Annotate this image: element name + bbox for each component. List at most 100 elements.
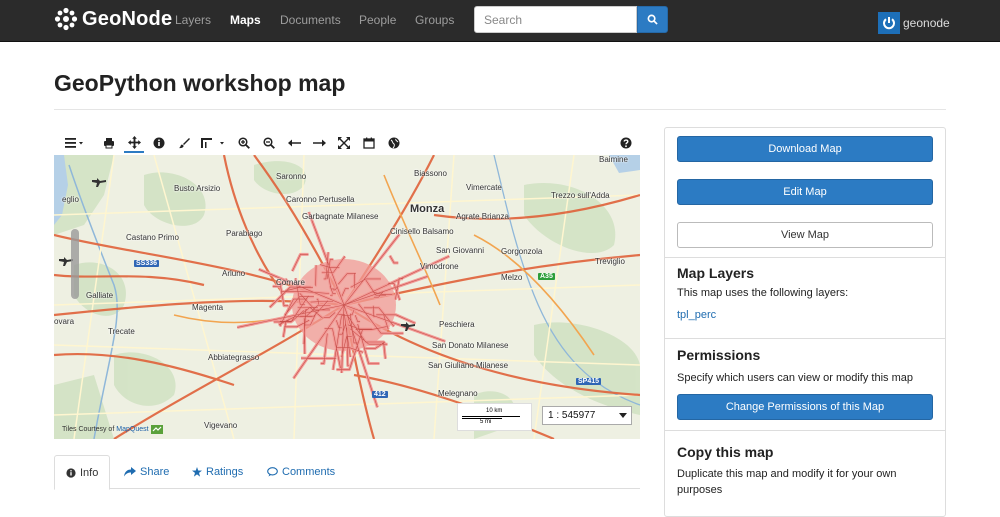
star-icon [192, 467, 202, 477]
map-label: Biassono [414, 169, 447, 178]
scale-ratio: 1 : 545977 [548, 410, 596, 421]
brush-icon [179, 138, 190, 149]
info-icon [153, 137, 165, 149]
search-input[interactable] [474, 6, 637, 33]
arrow-right-icon [312, 139, 326, 147]
menu-icon [65, 138, 83, 148]
road-shield: SP415 [576, 378, 602, 385]
zoom-out-icon [263, 137, 275, 149]
tab-ratings-label: Ratings [206, 466, 244, 478]
avatar [878, 12, 900, 34]
nav-documents[interactable]: Documents [280, 13, 341, 27]
mapquest-link[interactable]: MapQuest [116, 426, 148, 433]
map-actions-panel: Download Map Edit Map View Map Map Layer… [664, 127, 946, 517]
road-shield: 412 [372, 391, 388, 398]
search-form [474, 6, 668, 33]
nav-groups[interactable]: Groups [415, 13, 454, 27]
username: geonode [903, 16, 950, 30]
nav-layers[interactable]: Layers [175, 13, 211, 27]
zoom-out-button[interactable] [259, 133, 279, 153]
edit-map-button[interactable]: Edit Map [677, 179, 933, 205]
change-permissions-button[interactable]: Change Permissions of this Map [677, 394, 933, 420]
fullscreen-button[interactable] [334, 133, 354, 153]
map-label: San Giovanni [436, 246, 485, 255]
chevron-down-icon [619, 413, 627, 418]
style-button[interactable] [174, 133, 194, 153]
map-label: eglio [62, 195, 79, 204]
tab-share[interactable]: Share [124, 455, 169, 489]
map-label: San Donato Milanese [432, 341, 509, 350]
map-label: Treviglio [595, 257, 625, 266]
tab-info[interactable]: Info [54, 455, 111, 490]
globe-button[interactable] [384, 133, 404, 153]
nav-people[interactable]: People [359, 13, 396, 27]
map-layers-description: This map uses the following layers: [677, 287, 849, 299]
mapquest-logo-icon [150, 425, 163, 434]
pan-button[interactable] [124, 133, 144, 153]
move-icon [127, 135, 141, 149]
next-extent-button[interactable] [309, 133, 329, 153]
map-viewport[interactable]: Baimine Saronno Busto Arsizio Biassono V… [54, 155, 640, 439]
help-button[interactable] [616, 133, 636, 153]
user-menu[interactable]: geonode [878, 12, 950, 34]
zoom-slider[interactable] [71, 229, 79, 299]
map-label: Cornare [276, 278, 305, 287]
copy-map-description: Duplicate this map and modify it for you… [677, 468, 897, 496]
geonode-logo-icon [54, 7, 78, 31]
detail-tabs: Info Share Ratings Comments [54, 455, 640, 490]
map-label: Castano Primo [126, 233, 179, 242]
map-label: ovara [54, 317, 75, 326]
scale-km-label: 10 km [486, 408, 503, 414]
map-label: Trecate [108, 327, 135, 336]
divider [665, 257, 945, 258]
brand-logo[interactable]: GeoNode [54, 7, 172, 31]
expand-icon [338, 137, 350, 149]
measure-button[interactable] [199, 133, 229, 153]
arrow-left-icon [287, 139, 301, 147]
map-label: Cinisello Balsamo [390, 227, 454, 236]
tab-ratings[interactable]: Ratings [192, 455, 243, 489]
tab-info-label: Info [80, 466, 99, 479]
scale-select[interactable]: 1 : 545977 [542, 406, 632, 425]
info-icon [66, 467, 76, 478]
layer-menu-button[interactable] [62, 133, 88, 153]
view-map-button[interactable]: View Map [677, 222, 933, 248]
top-navbar: GeoNode Layers Maps Documents People Gro… [0, 0, 1000, 42]
map-label: Garbagnate Milanese [302, 212, 379, 221]
help-icon [620, 137, 632, 149]
scale-bar: 10 km 5 mi [457, 403, 532, 431]
page-title: GeoPython workshop map [54, 70, 346, 96]
map-label: Baimine [599, 155, 628, 164]
search-button[interactable] [637, 6, 668, 33]
route-layer [236, 211, 450, 408]
map-label: Magenta [192, 303, 224, 312]
map-label: Busto Arsizio [174, 184, 221, 193]
map-label: Melegnano [438, 389, 478, 398]
scale-mi-label: 5 mi [480, 419, 492, 425]
download-map-button[interactable]: Download Map [677, 136, 933, 162]
map-label: Vimodrone [420, 262, 459, 271]
brand-name: GeoNode [82, 7, 173, 30]
calendar-button[interactable] [359, 133, 379, 153]
tab-comments-label: Comments [282, 466, 336, 478]
measure-icon [201, 138, 224, 148]
road-shield: SS336 [134, 260, 160, 267]
map-label: Saronno [276, 172, 307, 181]
zoom-in-button[interactable] [234, 133, 254, 153]
road-shield: A35 [538, 273, 555, 280]
divider [665, 430, 945, 431]
previous-extent-button[interactable] [284, 133, 304, 153]
nav-maps[interactable]: Maps [230, 13, 261, 27]
map-label: Arluno [222, 269, 246, 278]
zoom-in-icon [238, 137, 250, 149]
map-label: San Giuliano Milanese [428, 361, 509, 370]
layer-link[interactable]: tpl_perc [677, 309, 716, 321]
copy-map-title: Copy this map [677, 444, 774, 460]
search-icon [647, 14, 658, 25]
identify-button[interactable] [149, 133, 169, 153]
tab-comments[interactable]: Comments [267, 455, 335, 489]
scale-line-km [462, 416, 520, 417]
map-label: Melzo [501, 273, 523, 282]
map-layers-title: Map Layers [677, 265, 755, 281]
print-button[interactable] [99, 133, 119, 153]
